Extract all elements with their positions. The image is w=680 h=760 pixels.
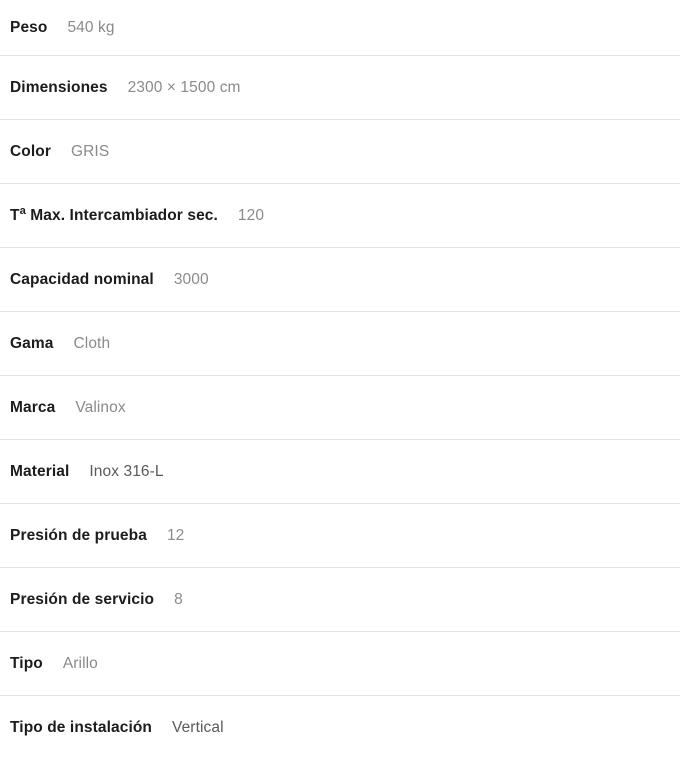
table-row: Peso 540 kg [0, 0, 680, 56]
spec-label-gama: Gama [10, 334, 54, 352]
specifications-table: Peso 540 kg Dimensiones 2300 × 1500 cm C… [0, 0, 680, 760]
spec-label-material: Material [10, 462, 70, 480]
spec-value-presion-de-prueba: 12 [166, 526, 185, 544]
spec-value-marca: Valinox [75, 398, 126, 416]
spec-label-marca: Marca [10, 398, 56, 416]
table-row: Tipo de instalación Vertical [0, 696, 680, 760]
table-row: Material Inox 316-L [0, 440, 680, 504]
spec-value-dimensiones: 2300 × 1500 cm [127, 78, 241, 96]
spec-label-dimensiones: Dimensiones [10, 78, 108, 96]
spec-value-color: GRIS [70, 142, 110, 160]
spec-value-temperatura-max-intercambiador: 120 [237, 206, 265, 224]
spec-label-temperatura-max-intercambiador: Ta Max. Intercambiador sec. [10, 204, 218, 224]
spec-label-peso: Peso [10, 18, 48, 36]
spec-label-color: Color [10, 142, 51, 160]
spec-label-tipo-de-instalacion: Tipo de instalación [10, 719, 152, 736]
spec-value-gama: Cloth [73, 334, 111, 352]
spec-label-presion-de-prueba: Presión de prueba [10, 526, 147, 544]
spec-value-capacidad-nominal: 3000 [173, 270, 209, 288]
table-row: Tipo Arillo [0, 632, 680, 696]
spec-value-peso: 540 kg [67, 18, 115, 36]
table-row: Dimensiones 2300 × 1500 cm [0, 56, 680, 120]
table-row: Presión de prueba 12 [0, 504, 680, 568]
table-row: Presión de servicio 8 [0, 568, 680, 632]
table-row: Gama Cloth [0, 312, 680, 376]
table-row: Capacidad nominal 3000 [0, 248, 680, 312]
spec-value-tipo-de-instalacion: Vertical [172, 719, 224, 736]
spec-value-material: Inox 316-L [89, 462, 164, 480]
spec-label-presion-de-servicio: Presión de servicio [10, 590, 155, 608]
spec-label-tipo: Tipo [10, 654, 43, 672]
spec-label-capacidad-nominal: Capacidad nominal [10, 270, 154, 288]
spec-value-tipo: Arillo [62, 654, 98, 672]
table-row: Color GRIS [0, 120, 680, 184]
table-row: Ta Max. Intercambiador sec. 120 [0, 184, 680, 248]
table-row: Marca Valinox [0, 376, 680, 440]
spec-value-presion-de-servicio: 8 [174, 590, 183, 608]
